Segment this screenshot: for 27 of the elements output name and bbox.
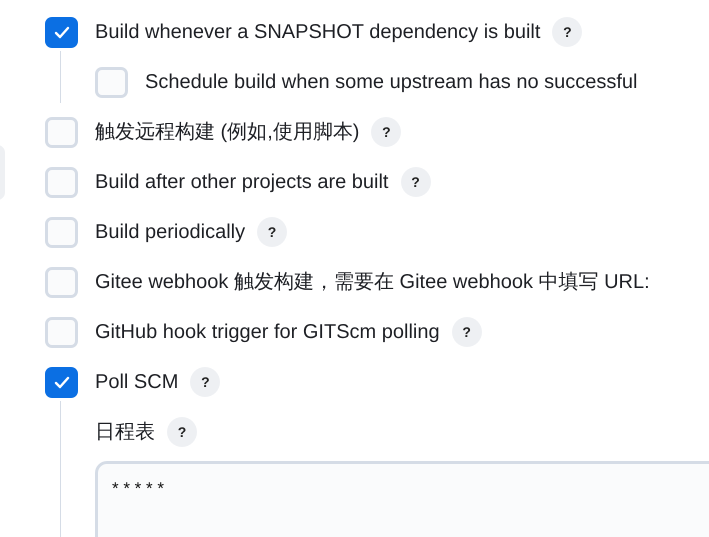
checkmark-icon — [54, 376, 70, 388]
option-label: Schedule build when some upstream has no successful — [145, 70, 638, 95]
checkmark-icon — [54, 26, 70, 38]
checkbox[interactable] — [45, 166, 78, 198]
help-button[interactable]: ? — [400, 167, 430, 197]
option-label: 触发远程构建 (例如,使用脚本) — [95, 120, 360, 145]
option-label: GitHub hook trigger for GITScm polling — [95, 320, 440, 345]
checkbox[interactable] — [95, 66, 128, 98]
help-button[interactable]: ? — [371, 117, 402, 147]
schedule-field[interactable]: * * * * * — [95, 461, 709, 537]
option-label: Build periodically — [95, 220, 246, 245]
checkbox[interactable] — [45, 366, 78, 398]
option-label: Build after other projects are built — [95, 170, 388, 195]
option-label: Build whenever a SNAPSHOT dependency is built — [95, 20, 540, 45]
help-button[interactable]: ? — [190, 367, 220, 397]
help-button[interactable]: ? — [552, 17, 582, 47]
checkbox[interactable] — [45, 266, 78, 298]
field-label: 日程表 — [95, 420, 155, 445]
help-button[interactable]: ? — [452, 317, 482, 347]
checkbox[interactable] — [45, 16, 78, 48]
help-button[interactable]: ? — [257, 217, 288, 247]
checkbox[interactable] — [45, 316, 78, 348]
option-label: Gitee webhook 触发构建，需要在 Gitee webhook 中填写 URL: — [95, 270, 650, 295]
option-label: Poll SCM — [95, 370, 178, 395]
help-button[interactable]: ? — [167, 417, 197, 447]
checkbox[interactable] — [45, 116, 78, 148]
checkbox[interactable] — [45, 216, 78, 248]
